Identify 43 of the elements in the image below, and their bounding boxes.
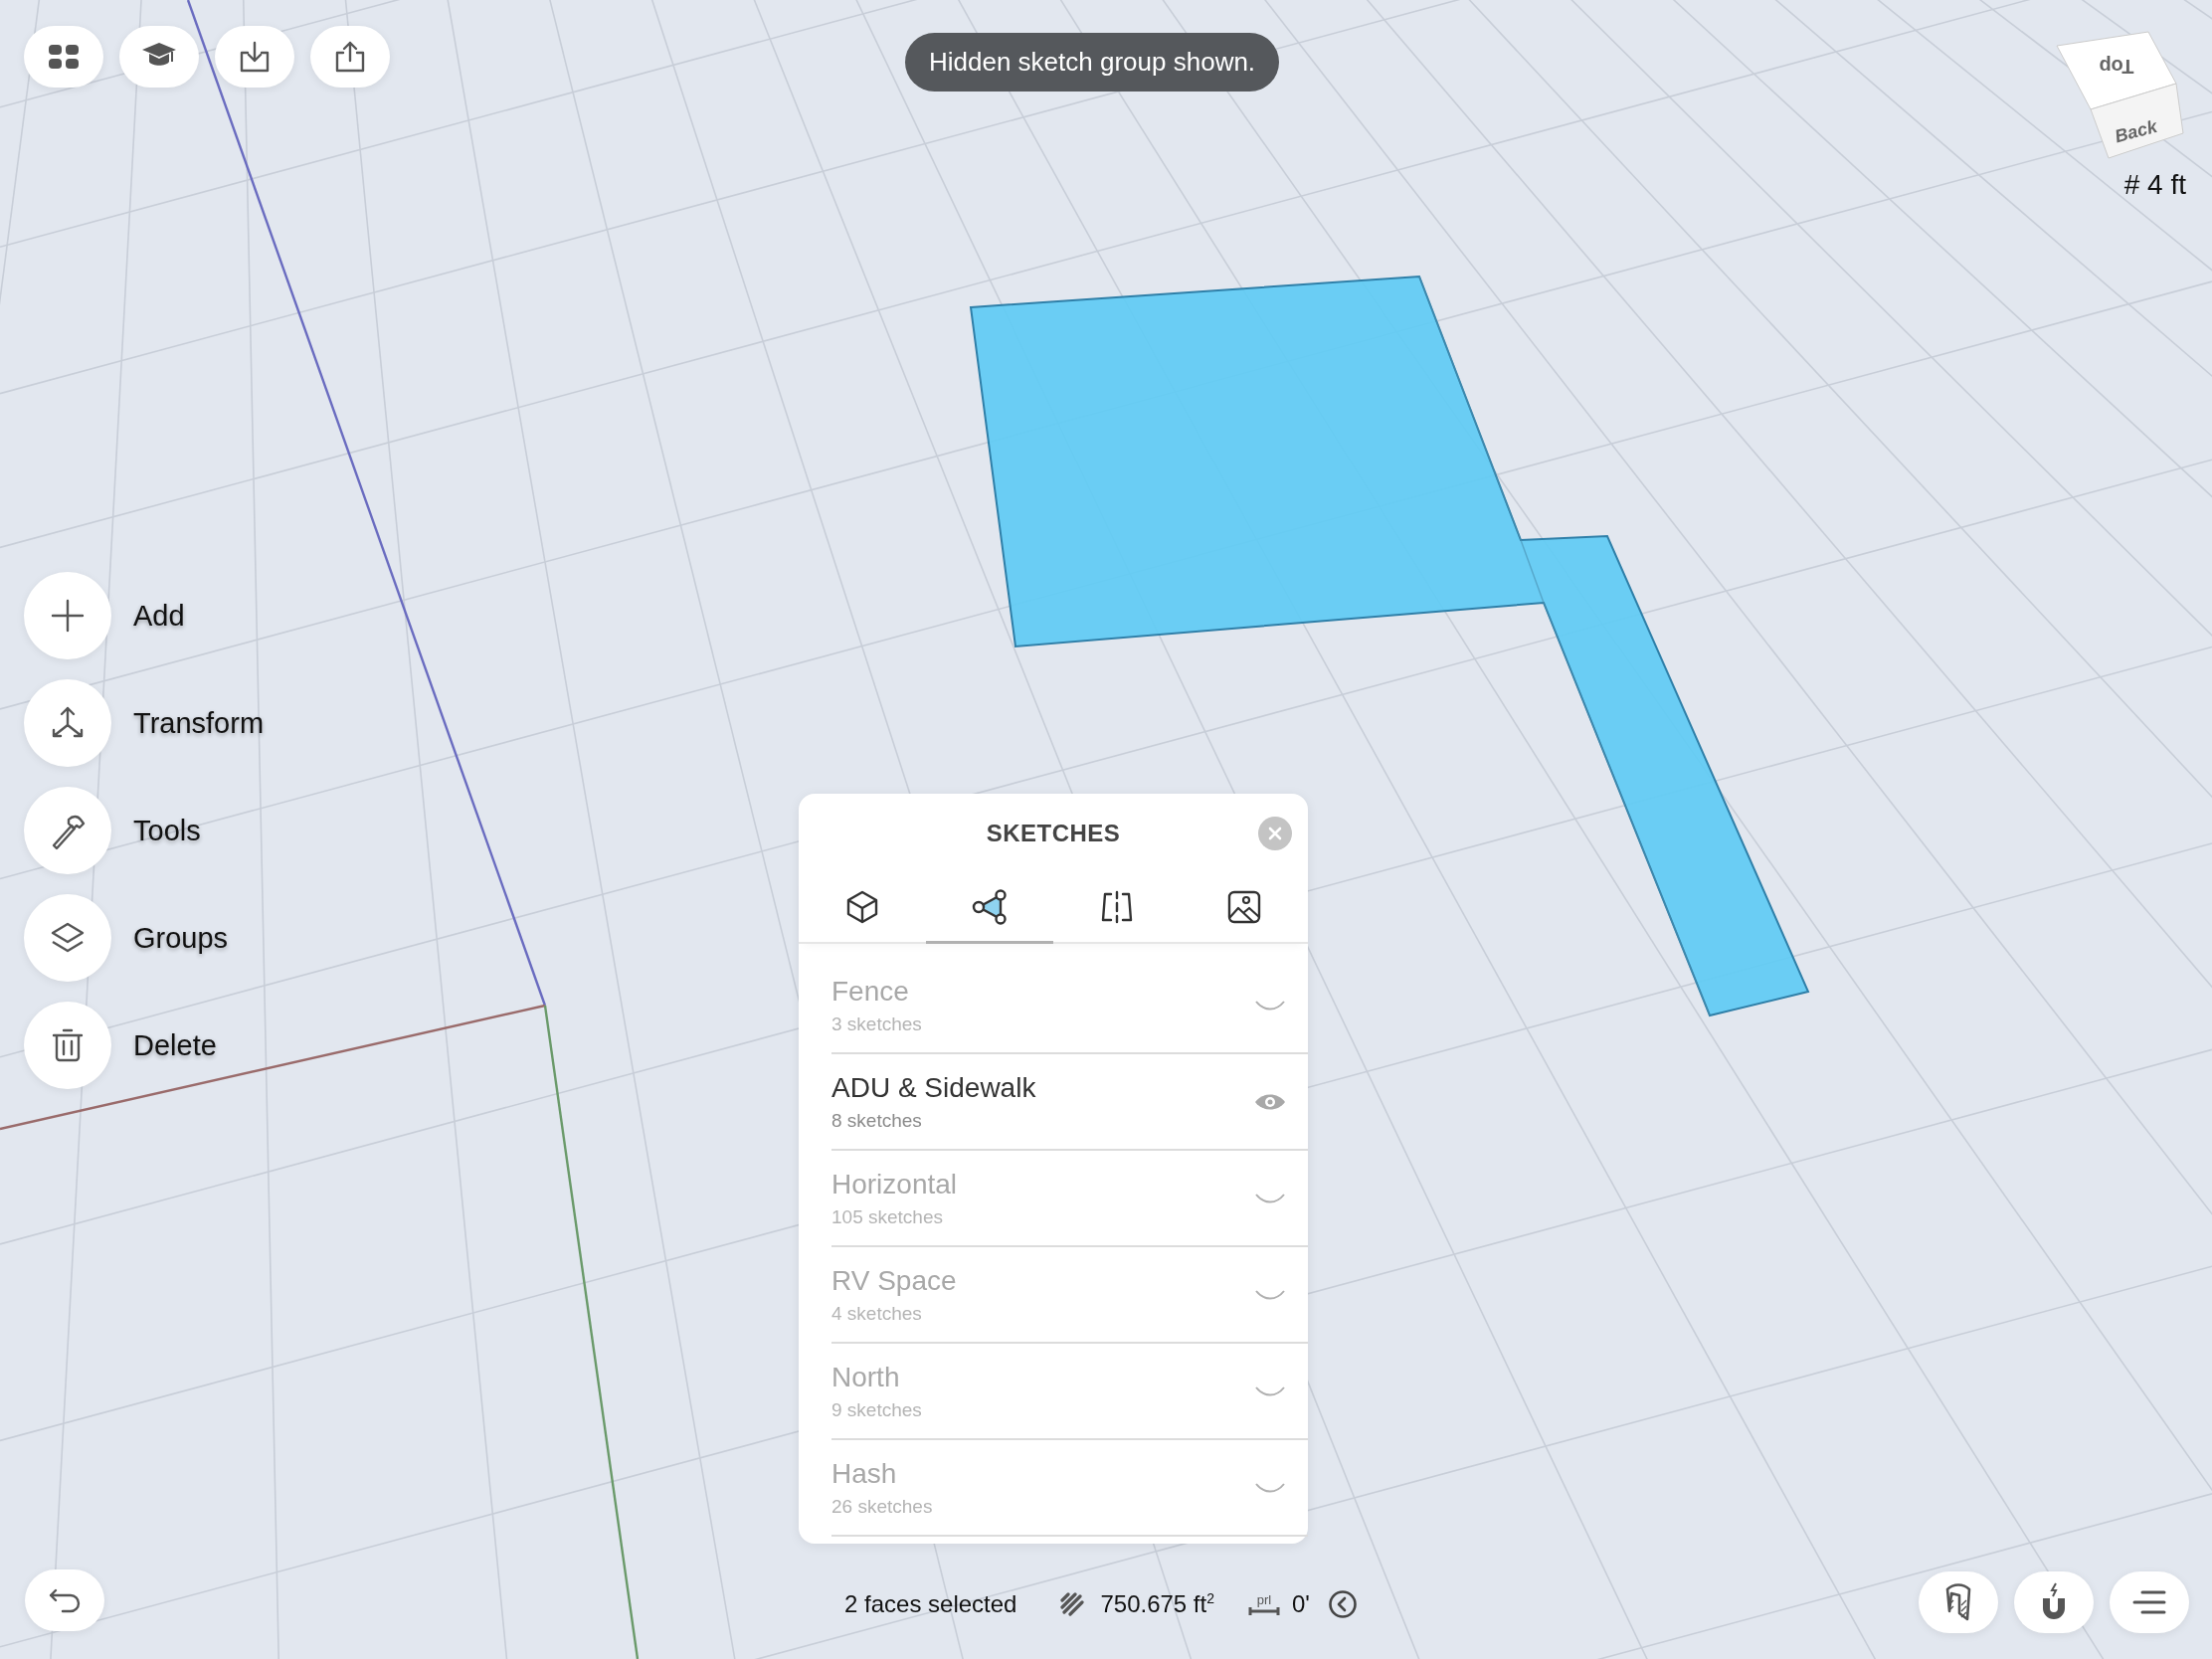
view-cube[interactable]: Top Back — [2049, 24, 2188, 163]
offset-value: 0' — [1292, 1590, 1310, 1618]
group-name: Hash — [831, 1457, 898, 1490]
undo-button[interactable] — [25, 1569, 104, 1631]
selection-count: 2 faces selected — [844, 1590, 1017, 1618]
sketch-count: 26 sketches — [831, 1495, 934, 1518]
mirror-icon — [1099, 889, 1135, 925]
close-icon — [1267, 826, 1283, 841]
group-name: ADU & Sidewalk — [831, 1071, 1037, 1104]
group-name: RV Space — [831, 1264, 958, 1297]
group-name: Horizontal — [831, 1168, 959, 1200]
menu-label[interactable]: Transform — [133, 706, 265, 740]
import-button[interactable] — [215, 26, 294, 88]
connected-nodes-icon — [970, 889, 1010, 925]
tutorial-button[interactable] — [119, 26, 199, 88]
sketch-count: 9 sketches — [831, 1398, 923, 1421]
cube-icon — [844, 889, 880, 925]
sketch-count: 105 sketches — [831, 1205, 944, 1228]
share-icon — [333, 40, 367, 74]
grid-size-label: # 4 ft — [2123, 169, 2186, 201]
menu-label[interactable]: Add — [133, 599, 185, 633]
menu-icon — [2132, 1590, 2166, 1614]
image-icon — [1226, 889, 1262, 925]
hatch-icon — [1060, 1592, 1085, 1616]
section-icon — [1943, 1583, 1973, 1621]
menu-label[interactable]: Tools — [133, 814, 201, 847]
grid-icon — [49, 45, 79, 69]
menu-label[interactable]: Delete — [133, 1028, 217, 1062]
menu-label[interactable]: Groups — [133, 921, 229, 955]
sketch-group-row[interactable]: ADU & Sidewalk 8 sketches — [831, 1054, 1308, 1151]
sketch-count: 4 sketches — [831, 1302, 923, 1325]
download-icon — [238, 40, 272, 74]
area-value: 750.675 ft$^{2}$ — [1100, 1590, 1214, 1618]
group-name: Fence — [831, 975, 910, 1008]
apps-button[interactable] — [24, 26, 103, 88]
group-name: North — [831, 1361, 901, 1393]
panel-title: SKETCHES — [986, 820, 1121, 847]
collapse-button[interactable] — [1327, 1589, 1358, 1619]
section-view-button[interactable] — [1919, 1571, 1998, 1633]
sketch-count: 8 sketches — [831, 1109, 923, 1132]
sketch-count: 3 sketches — [831, 1013, 923, 1035]
toast-message: Hidden sketch group shown. — [905, 33, 1280, 92]
undo-icon — [48, 1587, 82, 1613]
